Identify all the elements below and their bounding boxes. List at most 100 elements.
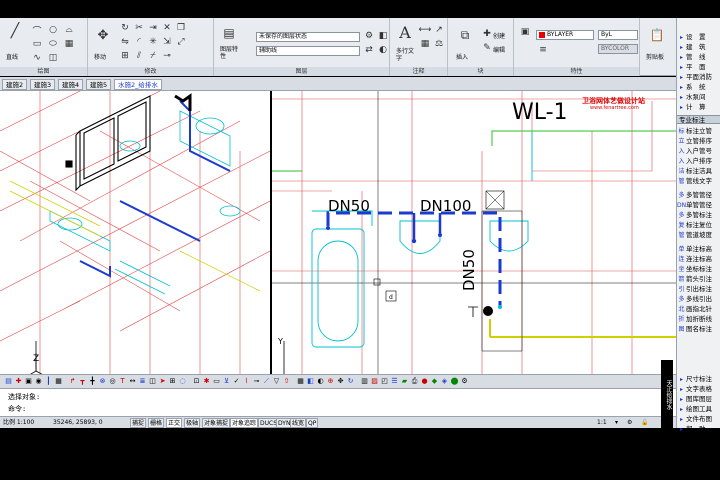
qp-toggle[interactable]: QP [306, 418, 319, 428]
meter-tool-icon[interactable]: ◎ [108, 377, 117, 386]
slope-tool-icon[interactable]: ⟋ [262, 377, 271, 386]
fixture-tool-icon[interactable]: ▣ [24, 377, 33, 386]
menu-item-19[interactable]: 图图名标注 [677, 324, 720, 334]
annotation-scale-icon[interactable]: ⚖ [432, 38, 446, 50]
nozzle-tool-icon[interactable]: ◌ [178, 377, 187, 386]
layer-properties-icon[interactable]: ▤ [220, 24, 238, 42]
join-icon[interactable]: ⊸ [160, 50, 174, 62]
layer-tool-icon[interactable]: ≣ [138, 377, 147, 386]
region-icon[interactable]: ◫ [46, 52, 60, 64]
mtext-label[interactable]: 多行文字 [396, 48, 416, 62]
tab-4-active[interactable]: 水施2_给排水 [114, 79, 162, 90]
create-label[interactable]: 创建 [493, 31, 505, 40]
menu-top-7[interactable]: ▸ 计 算 [677, 102, 720, 112]
menu-bottom-1[interactable]: ▸ 文字表格 [677, 384, 720, 394]
arc-icon[interactable]: ⌓ [62, 24, 76, 36]
menu-item-6[interactable]: 多多管管径 [677, 190, 720, 200]
menu-item-7[interactable]: DN单管管径 [677, 200, 720, 210]
menu-bottom-0[interactable]: ▸ 尺寸标注 [677, 374, 720, 384]
layer-off-icon[interactable]: ◐ [376, 44, 390, 56]
hydrant-tool-icon[interactable]: ⊡ [192, 377, 201, 386]
menu-item-3[interactable]: 入入户排序 [677, 156, 720, 166]
menu-item-11[interactable]: 单单注标高 [677, 244, 720, 254]
plotstyle-combo[interactable]: BYCOLOR [598, 44, 638, 54]
lineweight-toggle[interactable]: 线宽 [290, 418, 307, 428]
dim-tool-icon[interactable]: ↔ [128, 377, 137, 386]
arrow-tool-icon[interactable]: ➤ [158, 377, 167, 386]
cross-tool-icon[interactable]: ╋ [88, 377, 97, 386]
sprinkler-tool-icon[interactable]: ✱ [202, 377, 211, 386]
text-tool-icon[interactable]: T [118, 377, 127, 386]
export-tool-icon[interactable]: ▰ [400, 377, 409, 386]
menu-top-0[interactable]: ▸ 设 置 [677, 32, 720, 42]
settings-tool-icon[interactable]: ⚙ [460, 377, 469, 386]
layer-properties-label[interactable]: 图层特性 [220, 46, 242, 60]
lineweight-combo[interactable]: ByL [598, 30, 638, 40]
menu-item-4[interactable]: 洁标注洁具 [677, 166, 720, 176]
section-header[interactable]: 专业标注 [677, 115, 720, 124]
command-prompt[interactable]: 命令: [8, 404, 26, 414]
linetype-icon[interactable]: ≡ [536, 44, 550, 56]
tab-0[interactable]: 建施2 [2, 79, 28, 90]
menu-item-14[interactable]: 箭箭头引注 [677, 274, 720, 284]
move-tool-label[interactable]: 移动 [94, 52, 106, 61]
grid-toggle[interactable]: 栅格 [148, 418, 165, 428]
redraw-tool-icon[interactable]: ↻ [346, 377, 355, 386]
pump-tool-icon[interactable]: ⊗ [98, 377, 107, 386]
color-combo[interactable]: BYLAYER [536, 30, 594, 40]
menu-item-10[interactable]: 管管道坡度 [677, 230, 720, 240]
color-tool-icon[interactable]: ● [420, 377, 429, 386]
fillet-icon[interactable]: ◜ [132, 36, 146, 48]
command-window[interactable]: 选择对象: 命令: [0, 388, 676, 416]
explode-icon[interactable]: ✳ [146, 36, 160, 48]
valve-tool-icon[interactable]: ✚ [14, 377, 23, 386]
insert-label[interactable]: 插入 [456, 52, 468, 61]
array-icon[interactable]: ⊞ [118, 50, 132, 62]
menu-item-9[interactable]: 复标注复位 [677, 220, 720, 230]
menu-item-2[interactable]: 入入户管号 [677, 146, 720, 156]
print-tool-icon[interactable]: ⎙ [410, 377, 419, 386]
menu-item-8[interactable]: 多多管标注 [677, 210, 720, 220]
menu-item-0[interactable]: 标标注立管 [677, 126, 720, 136]
break-icon[interactable]: ⌿ [146, 50, 160, 62]
pipe-tool-icon[interactable]: ▤ [4, 377, 13, 386]
drain-tool-icon[interactable]: ◉ [34, 377, 43, 386]
otrack-toggle[interactable]: 对象追踪 [230, 418, 259, 428]
tab-2[interactable]: 建施4 [58, 79, 84, 90]
viewport-plan[interactable]: d DN50 DN100 DN50 WL-1 卫浴网体艺做设计站 www.fen… [270, 91, 676, 374]
line-tool-label[interactable]: 直线 [6, 52, 18, 61]
line-icon[interactable]: ╱ [6, 22, 24, 40]
table-icon[interactable]: ▦ [418, 38, 432, 50]
offset-icon[interactable]: ⫽ [132, 50, 146, 62]
menu-bottom-2[interactable]: ▸ 图库图层 [677, 394, 720, 404]
extend-icon[interactable]: ⇥ [146, 22, 160, 34]
snap-toggle[interactable]: 捕捉 [130, 418, 147, 428]
ellipse-icon[interactable]: ⬭ [46, 38, 60, 50]
erase-icon[interactable]: ✕ [160, 22, 174, 34]
match-properties-icon[interactable]: ▣ [518, 26, 532, 38]
current-layer-combo[interactable]: 辅助线 [256, 46, 360, 56]
menu-item-16[interactable]: 多多线引出 [677, 294, 720, 304]
insert-icon[interactable]: ⧉ [456, 26, 474, 44]
layer-tools-icon[interactable]: ⚙ [362, 30, 376, 42]
menu-item-18[interactable]: 折加折断线 [677, 314, 720, 324]
dimension-icon[interactable]: ⟷ [418, 24, 432, 36]
menu-item-17[interactable]: 北画指北针 [677, 304, 720, 314]
layer-match-icon[interactable]: ⇄ [362, 44, 376, 56]
table-tool-icon[interactable]: ▦ [296, 377, 305, 386]
menu-top-5[interactable]: ▸ 系 统 [677, 82, 720, 92]
tee-tool-icon[interactable]: ┳ [78, 377, 87, 386]
join-tool-icon[interactable]: ⊸ [252, 377, 261, 386]
library-tool-icon[interactable]: ◧ [306, 377, 315, 386]
hatch-tool-icon[interactable]: ▨ [370, 377, 379, 386]
edit-label[interactable]: 编辑 [493, 45, 505, 54]
render-tool-icon[interactable]: ◆ [430, 377, 439, 386]
leader-icon[interactable]: ↗ [432, 24, 446, 36]
annotation-scale-icon[interactable]: ▾ [614, 418, 619, 428]
tank-tool-icon[interactable]: ▭ [212, 377, 221, 386]
break-tool-icon[interactable]: ⌇ [242, 377, 251, 386]
menu-top-2[interactable]: ▸ 管 线 [677, 52, 720, 62]
clipboard-icon[interactable]: 📋 [648, 26, 666, 44]
level-tool-icon[interactable]: ▽ [272, 377, 281, 386]
riser-tool-icon[interactable]: ┃ [44, 377, 53, 386]
